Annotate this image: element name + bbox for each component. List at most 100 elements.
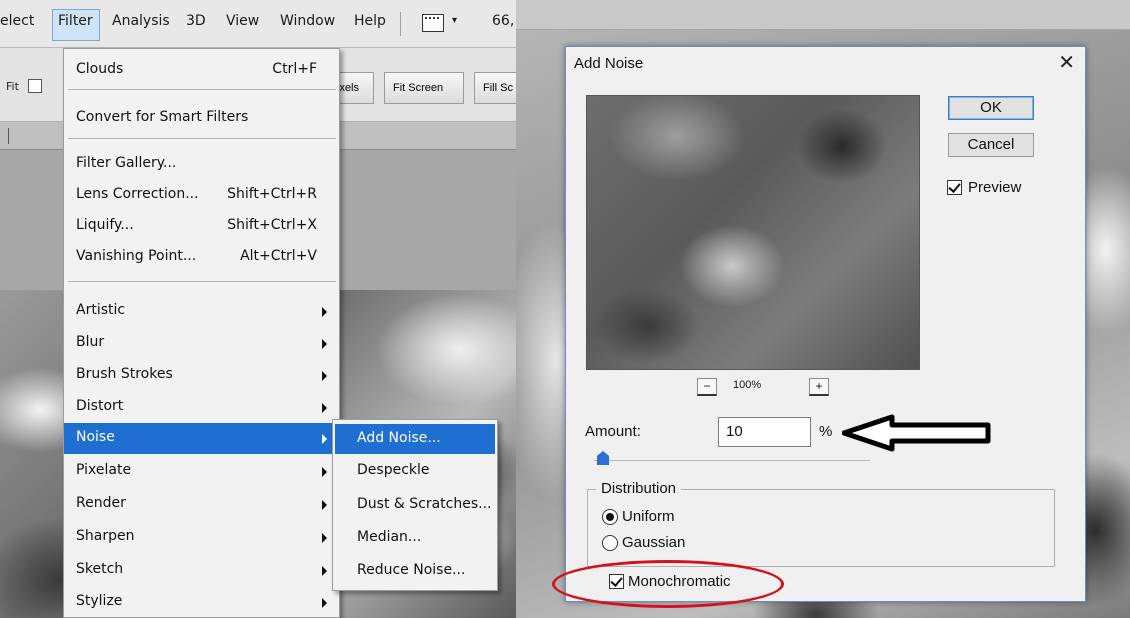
preview-label: Preview xyxy=(968,179,1022,196)
distribution-group xyxy=(587,489,1055,567)
fit-screen-button[interactable]: Fit Screen xyxy=(384,72,464,104)
menu-bar: elect Filter Analysis 3D View Window Hel… xyxy=(0,0,516,48)
submenu-arrow-icon xyxy=(322,339,327,349)
submenu-item-label: Dust & Scratches... xyxy=(357,496,492,512)
cancel-button[interactable]: Cancel xyxy=(948,133,1034,157)
menu-item-shortcut: Shift+Ctrl+R xyxy=(227,186,317,202)
menu-item-label: Liquify... xyxy=(76,217,134,233)
uniform-radio[interactable] xyxy=(602,509,618,525)
menu-item-clouds[interactable]: Clouds Ctrl+F xyxy=(64,55,339,86)
workspace-icon[interactable] xyxy=(422,14,444,32)
gaussian-label: Gaussian xyxy=(622,534,686,551)
menu-item-label: Stylize xyxy=(76,593,123,609)
distribution-title: Distribution xyxy=(596,480,682,497)
submenu-item-label: Median... xyxy=(357,529,422,545)
menu-item-filter-gallery[interactable]: Filter Gallery... xyxy=(64,149,339,180)
menu-item-convert-smart-filters[interactable]: Convert for Smart Filters xyxy=(64,103,339,134)
menu-item-shortcut: Alt+Ctrl+V xyxy=(240,248,317,264)
menu-separator xyxy=(400,12,401,36)
menu-item-shortcut: Ctrl+F xyxy=(272,61,317,77)
ok-button[interactable]: OK xyxy=(948,96,1034,120)
menu-item-label: Vanishing Point... xyxy=(76,248,197,264)
menu-item-pixelate[interactable]: Pixelate xyxy=(64,456,339,487)
menu-item-label: Convert for Smart Filters xyxy=(76,109,249,125)
amount-slider-track[interactable] xyxy=(594,460,870,461)
menu-item-label: Brush Strokes xyxy=(76,366,173,382)
submenu-arrow-icon xyxy=(322,403,327,413)
menu-item-liquify[interactable]: Liquify... Shift+Ctrl+X xyxy=(64,211,339,242)
submenu-arrow-icon xyxy=(322,533,327,543)
submenu-item-despeckle[interactable]: Despeckle xyxy=(335,456,495,486)
filter-menu: Clouds Ctrl+F Convert for Smart Filters … xyxy=(63,48,340,618)
document-tab-strip xyxy=(516,0,1130,30)
menu-item-label: Blur xyxy=(76,334,105,350)
menu-item-label: Sharpen xyxy=(76,528,135,544)
fit-label: Fit xyxy=(6,80,19,93)
menu-item-render[interactable]: Render xyxy=(64,489,339,520)
menu-item-distort[interactable]: Distort xyxy=(64,392,339,423)
menu-window[interactable]: Window xyxy=(280,13,335,29)
menu-view[interactable]: View xyxy=(226,13,259,29)
submenu-item-label: Add Noise... xyxy=(357,430,441,446)
amount-field[interactable]: 10 xyxy=(718,417,811,447)
submenu-item-label: Reduce Noise... xyxy=(357,562,466,578)
submenu-arrow-icon xyxy=(322,371,327,381)
submenu-item-dust-scratches[interactable]: Dust & Scratches... xyxy=(335,490,495,520)
uniform-label: Uniform xyxy=(622,508,675,525)
menu-item-artistic[interactable]: Artistic xyxy=(64,296,339,327)
menu-item-lens-correction[interactable]: Lens Correction... Shift+Ctrl+R xyxy=(64,180,339,211)
submenu-arrow-icon xyxy=(322,434,327,444)
submenu-item-reduce-noise[interactable]: Reduce Noise... xyxy=(335,556,495,586)
menu-item-shortcut: Shift+Ctrl+X xyxy=(227,217,317,233)
menu-select[interactable]: elect xyxy=(0,13,34,29)
chevron-down-icon[interactable]: ▾ xyxy=(452,15,457,26)
submenu-arrow-icon xyxy=(322,307,327,317)
menu-separator xyxy=(68,281,336,282)
arrow-left-icon xyxy=(842,414,991,452)
menu-item-vanishing-point[interactable]: Vanishing Point... Alt+Ctrl+V xyxy=(64,242,339,273)
photoshop-panel: elect Filter Analysis 3D View Window Hel… xyxy=(0,0,516,618)
menu-item-stylize[interactable]: Stylize xyxy=(64,587,339,618)
menu-analysis[interactable]: Analysis xyxy=(112,13,170,29)
gaussian-radio[interactable] xyxy=(602,535,618,551)
menu-item-noise[interactable]: Noise xyxy=(64,423,339,454)
menu-item-sketch[interactable]: Sketch xyxy=(64,555,339,586)
highlight-ellipse xyxy=(552,560,784,608)
menu-item-label: Filter Gallery... xyxy=(76,155,177,171)
amount-unit: % xyxy=(819,423,833,440)
fill-screen-button[interactable]: Fill Sc xyxy=(474,72,516,104)
menu-item-label: Pixelate xyxy=(76,462,132,478)
noise-submenu: Add Noise... Despeckle Dust & Scratches.… xyxy=(332,419,498,591)
menu-help[interactable]: Help xyxy=(354,13,386,29)
menu-item-label: Distort xyxy=(76,398,124,414)
amount-slider-thumb[interactable] xyxy=(597,451,609,465)
menu-item-label: Render xyxy=(76,495,126,511)
menu-item-label: Sketch xyxy=(76,561,124,577)
zoom-level: 100% xyxy=(733,379,762,391)
menu-item-label: Clouds xyxy=(76,61,124,77)
dialog-title: Add Noise xyxy=(574,55,644,72)
noise-preview[interactable] xyxy=(586,95,920,370)
preview-checkbox[interactable] xyxy=(947,180,962,195)
menu-item-label: Lens Correction... xyxy=(76,186,199,202)
submenu-arrow-icon xyxy=(322,467,327,477)
zoom-readout: 66, xyxy=(492,13,515,29)
submenu-arrow-icon xyxy=(322,566,327,576)
menu-3d[interactable]: 3D xyxy=(186,13,206,29)
menu-item-blur[interactable]: Blur xyxy=(64,328,339,359)
amount-label: Amount: xyxy=(585,423,641,440)
menu-item-label: Noise xyxy=(76,429,115,445)
fit-checkbox[interactable] xyxy=(28,79,42,93)
menu-item-label: Artistic xyxy=(76,302,126,318)
menu-item-sharpen[interactable]: Sharpen xyxy=(64,522,339,553)
zoom-out-button[interactable]: − xyxy=(697,378,717,396)
menu-item-brush-strokes[interactable]: Brush Strokes xyxy=(64,360,339,391)
menu-filter[interactable]: Filter xyxy=(58,13,93,29)
submenu-item-median[interactable]: Median... xyxy=(335,523,495,553)
close-icon[interactable]: ✕ xyxy=(1058,50,1075,75)
add-noise-panel: Add Noise ✕ − 100% + OK Cancel Preview A… xyxy=(516,0,1130,618)
zoom-in-button[interactable]: + xyxy=(809,378,829,396)
submenu-arrow-icon xyxy=(322,500,327,510)
submenu-item-add-noise[interactable]: Add Noise... xyxy=(335,424,495,454)
submenu-item-label: Despeckle xyxy=(357,462,430,478)
